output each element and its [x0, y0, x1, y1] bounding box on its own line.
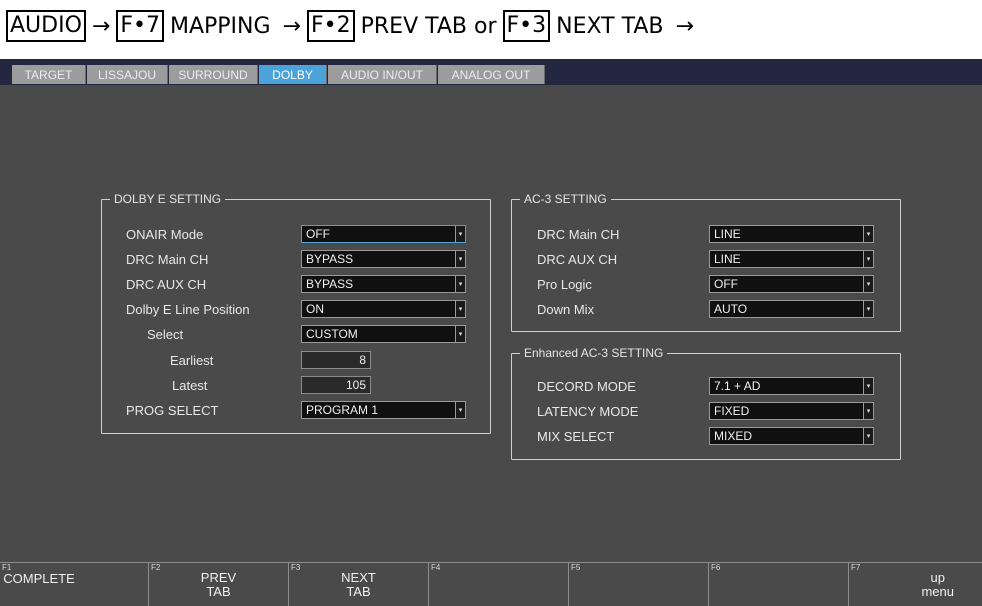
f1-complete-button[interactable]: F1 COMPLETE	[0, 562, 148, 606]
earliest-label: Earliest	[170, 353, 214, 368]
f3-label: NEXT TAB	[341, 569, 376, 599]
settings-panel: DOLBY E SETTING ONAIR Mode OFF ▾ DRC Mai…	[0, 85, 982, 562]
breadcrumb-mapping-text: MAPPING	[169, 13, 271, 39]
latency-mode-value: FIXED	[714, 404, 750, 418]
chevron-down-icon: ▾	[455, 226, 465, 242]
f2-label: PREV TAB	[200, 569, 237, 599]
navigation-breadcrumb: AUDIO → F•7 MAPPING → F•2 PREV TAB or F•…	[6, 8, 700, 44]
chevron-down-icon: ▾	[863, 403, 873, 419]
chevron-down-icon: ▾	[863, 226, 873, 242]
f4-button[interactable]: F4	[428, 562, 568, 606]
chevron-down-icon: ▾	[455, 276, 465, 292]
latency-mode-label: LATENCY MODE	[537, 404, 639, 419]
chevron-down-icon: ▾	[455, 402, 465, 418]
custom-select[interactable]: CUSTOM ▾	[301, 325, 466, 343]
chevron-down-icon: ▾	[455, 251, 465, 267]
f7-label: up menu	[921, 569, 954, 599]
pro-logic-value: OFF	[714, 277, 738, 291]
earliest-input[interactable]: 8	[301, 351, 371, 369]
drc-main-ch-select[interactable]: BYPASS ▾	[301, 250, 466, 268]
chevron-down-icon: ▾	[863, 378, 873, 394]
line-position-value: ON	[306, 302, 324, 316]
breadcrumb-audio-key: AUDIO	[6, 10, 86, 42]
mix-select-label: MIX SELECT	[537, 429, 615, 444]
chevron-down-icon: ▾	[455, 326, 465, 342]
f5-button[interactable]: F5	[568, 562, 708, 606]
onair-mode-label: ONAIR Mode	[126, 227, 204, 242]
ac3-drc-aux-value: LINE	[714, 252, 741, 266]
device-screen: TARGET LISSAJOU SURROUND DOLBY AUDIO IN/…	[0, 59, 982, 606]
f3-next-tab-button[interactable]: F3 NEXT TAB	[288, 562, 428, 606]
breadcrumb-prev-tab-text: PREV TAB or	[360, 13, 497, 39]
arrow-right-icon: →	[282, 13, 301, 39]
f6-label	[709, 563, 848, 606]
tab-dolby[interactable]: DOLBY	[259, 65, 327, 84]
breadcrumb-f7-key: F•7	[116, 10, 164, 42]
chevron-down-icon: ▾	[863, 251, 873, 267]
function-key-bar: F1 COMPLETE F2 PREV TAB F3 NEXT TAB F4 F…	[0, 562, 982, 606]
select-label: Select	[147, 327, 184, 342]
mix-select-value: MIXED	[714, 429, 753, 443]
down-mix-value: AUTO	[714, 302, 748, 316]
drc-aux-ch-select[interactable]: BYPASS ▾	[301, 275, 466, 293]
chevron-down-icon: ▾	[863, 301, 873, 317]
select-value: CUSTOM	[306, 327, 358, 341]
ac3-drc-main-value: LINE	[714, 227, 741, 241]
decord-mode-select[interactable]: 7.1 + AD ▾	[709, 377, 874, 395]
down-mix-label: Down Mix	[537, 302, 595, 317]
decord-mode-value: 7.1 + AD	[714, 379, 761, 393]
pro-logic-label: Pro Logic	[537, 277, 592, 292]
chevron-down-icon: ▾	[455, 301, 465, 317]
mix-select-select[interactable]: MIXED ▾	[709, 427, 874, 445]
drc-main-ch-label: DRC Main CH	[126, 252, 209, 267]
ac3-drc-aux-select[interactable]: LINE ▾	[709, 250, 874, 268]
ac3-drc-main-label: DRC Main CH	[537, 227, 620, 242]
arrow-right-icon: →	[91, 13, 111, 39]
breadcrumb-next-tab-text: NEXT TAB	[556, 13, 664, 39]
tab-target[interactable]: TARGET	[12, 65, 86, 84]
onair-mode-select[interactable]: OFF ▾	[301, 225, 466, 243]
chevron-down-icon: ▾	[863, 276, 873, 292]
drc-aux-ch-label: DRC AUX CH	[126, 277, 207, 292]
ac3-drc-aux-label: DRC AUX CH	[537, 252, 618, 267]
ac3-setting-title: AC-3 SETTING	[524, 192, 607, 206]
f6-button[interactable]: F6	[708, 562, 848, 606]
dolby-e-setting-title: DOLBY E SETTING	[114, 192, 222, 206]
onair-mode-value: OFF	[306, 227, 330, 241]
down-mix-select[interactable]: AUTO ▾	[709, 300, 874, 318]
prog-select-value: PROGRAM 1	[306, 403, 379, 417]
line-position-label: Dolby E Line Position	[126, 302, 250, 317]
f5-label	[569, 563, 708, 606]
f4-label	[429, 563, 568, 606]
tab-audio-in-out[interactable]: AUDIO IN/OUT	[328, 65, 437, 84]
f7-up-menu-button[interactable]: F7 up menu	[848, 562, 982, 606]
ac3-drc-main-select[interactable]: LINE ▾	[709, 225, 874, 243]
latency-mode-select[interactable]: FIXED ▾	[709, 402, 874, 420]
latest-input[interactable]: 105	[301, 376, 371, 394]
drc-aux-ch-value: BYPASS	[306, 277, 354, 291]
prog-select-select[interactable]: PROGRAM 1 ▾	[301, 401, 466, 419]
eac3-setting-title: Enhanced AC-3 SETTING	[524, 346, 664, 360]
prog-select-label: PROG SELECT	[126, 403, 219, 418]
tab-analog-out[interactable]: ANALOG OUT	[438, 65, 545, 84]
line-position-select[interactable]: ON ▾	[301, 300, 466, 318]
f2-prev-tab-button[interactable]: F2 PREV TAB	[148, 562, 288, 606]
chevron-down-icon: ▾	[863, 428, 873, 444]
decord-mode-label: DECORD MODE	[537, 379, 636, 394]
latest-label: Latest	[172, 378, 208, 393]
drc-main-ch-value: BYPASS	[306, 252, 354, 266]
tab-surround[interactable]: SURROUND	[169, 65, 258, 84]
tab-bar: TARGET LISSAJOU SURROUND DOLBY AUDIO IN/…	[0, 59, 982, 85]
arrow-right-icon: →	[675, 13, 694, 39]
pro-logic-select[interactable]: OFF ▾	[709, 275, 874, 293]
f1-label: COMPLETE	[3, 571, 75, 586]
tab-lissajou[interactable]: LISSAJOU	[87, 65, 168, 84]
breadcrumb-f2-key: F•2	[306, 10, 355, 42]
breadcrumb-f3-key: F•3	[502, 10, 551, 42]
